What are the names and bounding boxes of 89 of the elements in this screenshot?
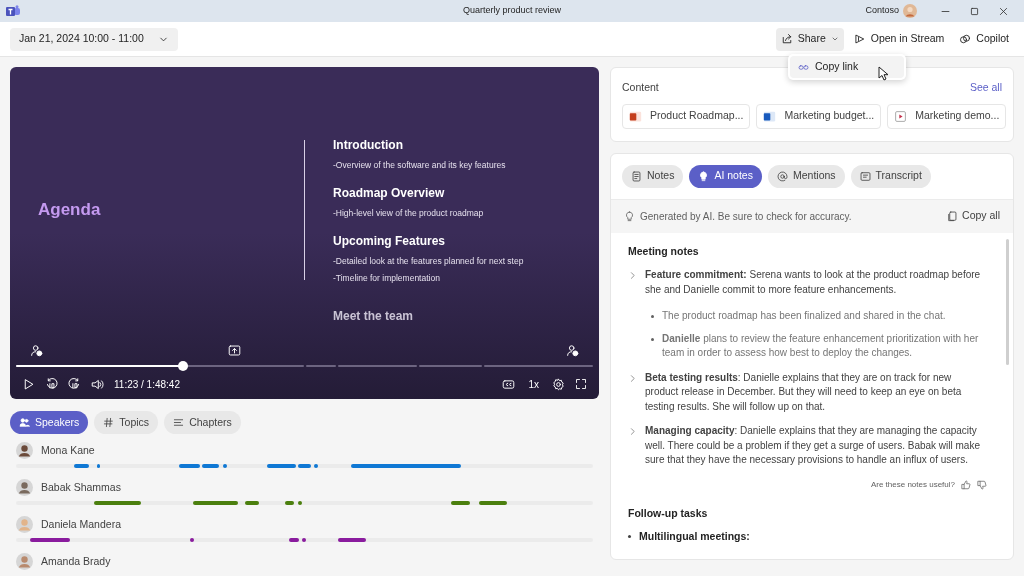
people-icon xyxy=(19,417,30,428)
chevron-right-icon xyxy=(628,373,637,383)
powerpoint-file-icon xyxy=(629,109,642,123)
copilot-button[interactable]: Copilot xyxy=(954,27,1014,51)
chevron-right-icon xyxy=(628,271,637,281)
timeline-tab[interactable]: Topics xyxy=(94,411,159,434)
fullscreen-icon xyxy=(575,378,587,390)
rewind-10-icon xyxy=(45,377,58,391)
thumbs-up-icon xyxy=(961,480,971,490)
play-icon xyxy=(22,377,35,391)
at-sign-icon xyxy=(776,170,788,182)
section-heading: Meeting notes xyxy=(628,243,700,259)
note-text: Danielle plans to review the feature enhancement prioritization with her team in order to assess how best to deploy the changes. xyxy=(662,331,980,361)
avatar-icon xyxy=(16,479,33,496)
avatar-icon xyxy=(16,516,33,533)
volume-icon xyxy=(91,377,104,391)
close-icon xyxy=(998,5,1009,17)
notes-tab[interactable]: Notes xyxy=(622,164,684,188)
slide-heading: Upcoming Features xyxy=(333,232,447,250)
share-button[interactable]: Share xyxy=(775,27,844,51)
speaker-name: Amanda Brady xyxy=(41,553,111,569)
notes-tab[interactable]: Transcript xyxy=(850,164,931,188)
note-text: Feature commitment: Serena wants to look at the product roadmap before she and Danielle commit to more feature enhancements. xyxy=(645,268,982,297)
date-dropdown[interactable]: Jan 21, 2024 10:00 - 11:00 xyxy=(10,27,178,51)
note-text: Managing capacity: Danielle explains that they are managing the capacity well. There could be a problem if they get a surge of users. Babak will make sure that they have the necessary provisions to handle an influx of users. xyxy=(645,424,981,468)
seek-thumb[interactable] xyxy=(178,361,189,371)
timeline-tab[interactable]: Chapters xyxy=(164,411,241,434)
chevron-down-icon xyxy=(830,35,839,43)
transcript-icon xyxy=(859,170,871,182)
file-chip[interactable]: Product Roadmap... xyxy=(622,103,751,129)
word-file-icon xyxy=(763,109,777,123)
account-name: Contoso xyxy=(865,4,899,18)
bullet-icon xyxy=(651,315,654,319)
captions-icon xyxy=(502,377,516,391)
forward-10-icon xyxy=(68,377,81,391)
teams-logo xyxy=(6,4,20,18)
speaker-name: Babak Shammas xyxy=(41,479,121,495)
thumbs-down-icon xyxy=(977,480,987,490)
task-title: Multilingual meetings: xyxy=(639,528,750,544)
stream-icon xyxy=(853,33,866,45)
maximize-icon xyxy=(969,5,980,17)
slide-title: Agenda xyxy=(38,199,101,222)
file-chip[interactable]: Marketing demo... xyxy=(887,103,1007,129)
hash-icon xyxy=(103,417,115,428)
time-label: 11:23 / 1:48:42 xyxy=(114,377,180,392)
slide-heading: Meet the team xyxy=(333,308,415,325)
chevron-right-icon xyxy=(628,427,637,437)
avatar-icon[interactable] xyxy=(903,4,917,18)
slide-text: -Timeline for implementation xyxy=(333,272,441,285)
section-title: Content xyxy=(622,80,659,95)
avatar-icon xyxy=(16,553,33,570)
video-file-icon xyxy=(894,109,908,123)
share-icon xyxy=(780,33,793,45)
speaker-name: Mona Kane xyxy=(41,442,95,458)
timeline-tab[interactable]: Speakers xyxy=(10,411,89,434)
copy-icon xyxy=(947,210,959,222)
speaker-name: Daniela Mandera xyxy=(41,516,121,532)
playback-speed[interactable]: 1x xyxy=(525,376,542,392)
slide-text: -Detailed look at the features planned for next step xyxy=(333,254,524,268)
seek-bar[interactable] xyxy=(16,363,593,369)
upload-icon xyxy=(228,343,241,357)
lightbulb-icon xyxy=(624,210,635,222)
bullet-icon xyxy=(628,534,631,538)
notes-icon xyxy=(631,170,642,182)
file-chip[interactable]: Marketing budget... xyxy=(756,103,882,129)
bullet-icon xyxy=(651,337,654,341)
list-icon xyxy=(173,417,185,428)
copy-link-item[interactable]: Copy link xyxy=(790,56,904,78)
person-add-icon xyxy=(30,343,43,357)
slide-heading: Introduction xyxy=(333,137,404,154)
stream-button[interactable]: Open in Stream xyxy=(848,27,950,51)
slide-text: -Overview of the software and its key features xyxy=(333,159,507,172)
person-add-icon xyxy=(566,343,579,357)
window-title: Quarterly product review xyxy=(463,4,561,18)
settings-icon xyxy=(552,377,565,391)
section-heading: Follow-up tasks xyxy=(628,506,709,521)
notes-tab[interactable]: Mentions xyxy=(767,164,845,188)
scrollbar-thumb[interactable] xyxy=(1006,238,1009,365)
copy-all-button[interactable]: Copy all xyxy=(947,208,1000,225)
slide-text: -High-level view of the product roadmap xyxy=(333,206,485,220)
note-text: The product roadmap has been finalized and shared in the chat. xyxy=(662,309,946,324)
slide-heading: Roadmap Overview xyxy=(333,184,446,202)
see-all-link[interactable]: See all xyxy=(969,80,1002,96)
ai-disclaimer: Generated by AI. Be sure to check for accuracy. xyxy=(640,209,852,224)
feedback-prompt: Are these notes useful? xyxy=(870,478,955,491)
avatar-icon xyxy=(16,442,33,459)
notes-tab[interactable]: AI notes xyxy=(689,164,762,188)
lightbulb-icon xyxy=(698,170,710,182)
note-text: Beta testing results: Danielle explains that they are on track for new product release in December. But they will need to keep an eye on beta testing results. She will follow up on that. xyxy=(645,370,963,414)
